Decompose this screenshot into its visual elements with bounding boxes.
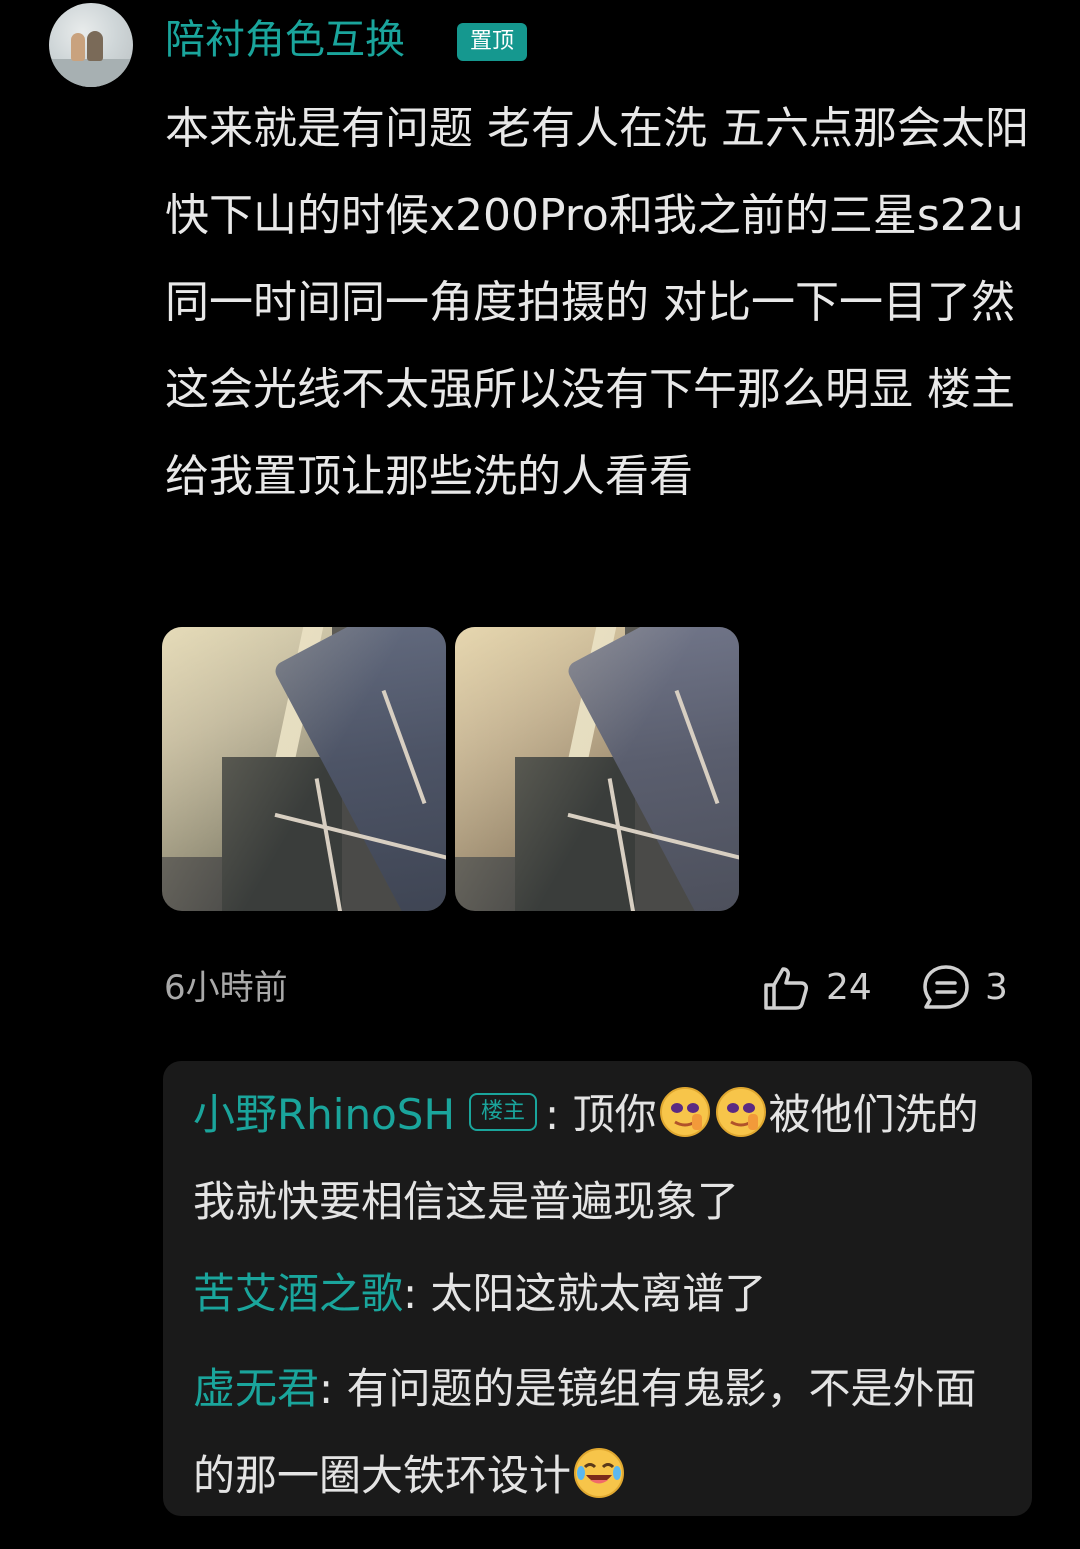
reply-text: 太阳这就太离谱了 [430, 1269, 767, 1318]
thumbs-up-icon[interactable] [761, 963, 811, 1013]
shush-emoji-icon [715, 1086, 766, 1137]
reply-separator: : [545, 1090, 573, 1139]
reply-author-name[interactable]: 虚无君 [193, 1364, 319, 1413]
shush-emoji-icon [659, 1086, 710, 1137]
user-avatar[interactable] [49, 3, 133, 87]
reply-item[interactable]: 虚无君: 有问题的是镜组有鬼影，不是外面的那一圈大铁环设计 [193, 1345, 1008, 1519]
pinned-badge: 置顶 [457, 23, 527, 61]
comment-photo-1[interactable] [162, 627, 446, 911]
reply-count: 3 [985, 967, 1008, 1008]
comment-timestamp: 6小時前 [164, 968, 288, 1008]
comment-photo-2[interactable] [455, 627, 739, 911]
reply-separator: : [403, 1269, 431, 1318]
like-count: 24 [826, 967, 872, 1008]
owner-badge: 楼主 [469, 1092, 538, 1131]
replies-panel: 小野RhinoSH 楼主: 顶你 被他们洗的我就快要相信这是普遍现象了 苦艾酒之歌… [163, 1061, 1032, 1516]
reply-item[interactable]: 苦艾酒之歌: 太阳这就太离谱了 [193, 1250, 1008, 1337]
reply-item[interactable]: 小野RhinoSH 楼主: 顶你 被他们洗的我就快要相信这是普遍现象了 [193, 1071, 1008, 1245]
laughing-tears-emoji-icon [574, 1447, 625, 1498]
reply-bubble-icon[interactable] [921, 963, 971, 1013]
reply-text: 顶你 [572, 1090, 657, 1139]
comment-author-name[interactable]: 陪衬角色互换 [165, 14, 405, 66]
reply-author-name[interactable]: 小野RhinoSH [193, 1090, 455, 1139]
reply-author-name[interactable]: 苦艾酒之歌 [193, 1269, 403, 1318]
comment-body: 本来就是有问题 老有人在洗 五六点那会太阳快下山的时候x200Pro和我之前的三… [165, 103, 1029, 502]
reply-separator: : [319, 1364, 347, 1413]
